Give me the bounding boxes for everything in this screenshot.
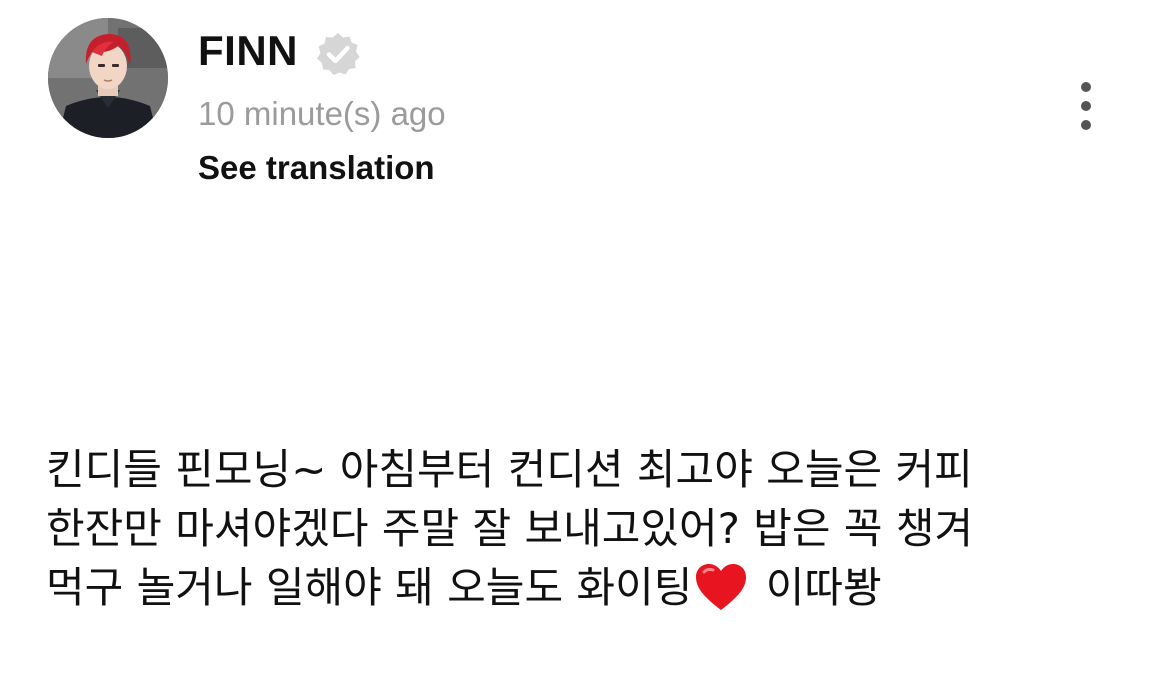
post-body-line: 한잔만 마셔야겠다 주말 잘 보내고있어? 밥은 꼭 챙겨 [46,504,974,553]
avatar-illustration [48,18,168,138]
avatar[interactable] [48,18,168,138]
more-vertical-icon-dot [1081,120,1091,130]
more-vertical-icon [1081,82,1091,92]
post-timestamp: 10 minute(s) ago [198,95,446,132]
post-body-line: 킨디들 핀모닝~ 아침부터 컨디션 최고야 오늘은 커피 [46,445,973,494]
post-body-line: 먹구 놀거나 일해야 돼 오늘도 화이팅 이따봥 [46,558,1136,617]
red-heart-icon [696,564,747,610]
post-body-text: 이따봥 [752,563,882,612]
see-translation-link[interactable]: See translation [198,148,435,188]
more-options-button[interactable] [1064,78,1108,134]
post-body: 킨디들 핀모닝~ 아침부터 컨디션 최고야 오늘은 커피 한잔만 마셔야겠다 주… [46,440,1136,617]
author-name[interactable]: FINN [198,26,298,76]
post-body-text: 먹구 놀거나 일해야 돼 오늘도 화이팅 [46,563,693,612]
more-vertical-icon-dot [1081,101,1091,111]
verified-badge-icon [317,33,360,75]
